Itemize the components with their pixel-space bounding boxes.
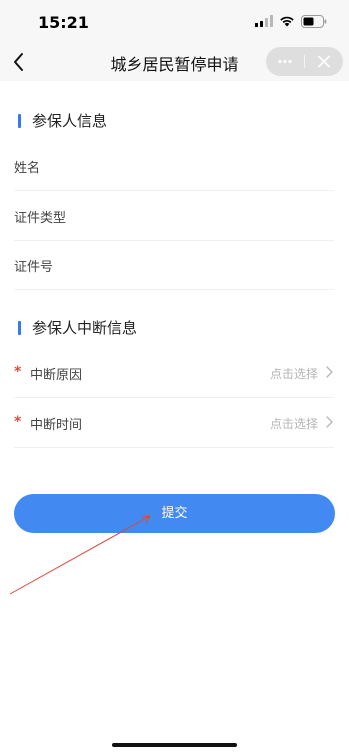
field-name: 姓名: [14, 141, 334, 191]
screen: 15:21 城乡居民暂停申请 参保人信息 姓名 证件类型 证件号 参保人中断信息…: [0, 0, 349, 755]
select-placeholder: 点击选择: [269, 367, 318, 381]
field-interrupt-reason[interactable]: * 中断原因 点击选择: [14, 348, 334, 398]
required-mark: *: [14, 414, 22, 430]
section-title: 参保人信息: [32, 112, 108, 130]
close-icon: [318, 55, 330, 68]
wifi-icon: [280, 16, 294, 27]
close-button[interactable]: [305, 47, 343, 76]
section-interrupt-info: 参保人中断信息: [0, 317, 349, 341]
submit-button[interactable]: 提交: [14, 494, 335, 533]
signal-icon: [255, 15, 273, 27]
home-indicator: [112, 743, 237, 747]
nav-bar: 城乡居民暂停申请: [0, 44, 349, 81]
status-bar: 15:21: [0, 0, 349, 44]
field-id-number: 证件号: [14, 240, 334, 290]
field-label: 证件类型: [14, 211, 67, 226]
section-accent-bar: [18, 321, 21, 335]
field-label: 姓名: [14, 161, 41, 176]
select-placeholder: 点击选择: [269, 417, 318, 431]
field-label: 中断原因: [30, 368, 83, 383]
field-id-type: 证件类型: [14, 191, 334, 241]
field-label: 证件号: [14, 260, 54, 275]
battery-icon: [301, 15, 327, 28]
section-accent-bar: [18, 114, 21, 128]
section-title: 参保人中断信息: [32, 319, 138, 337]
field-interrupt-time[interactable]: * 中断时间 点击选择: [14, 398, 334, 448]
more-button[interactable]: [266, 47, 304, 76]
more-dots-icon: [278, 59, 292, 64]
status-time: 15:21: [38, 13, 89, 32]
field-label: 中断时间: [30, 418, 83, 433]
chevron-right-icon: [326, 366, 333, 378]
required-mark: *: [14, 364, 22, 380]
section-insured-info: 参保人信息: [0, 110, 349, 134]
mini-program-capsule: [266, 47, 343, 76]
chevron-right-icon: [326, 416, 333, 428]
